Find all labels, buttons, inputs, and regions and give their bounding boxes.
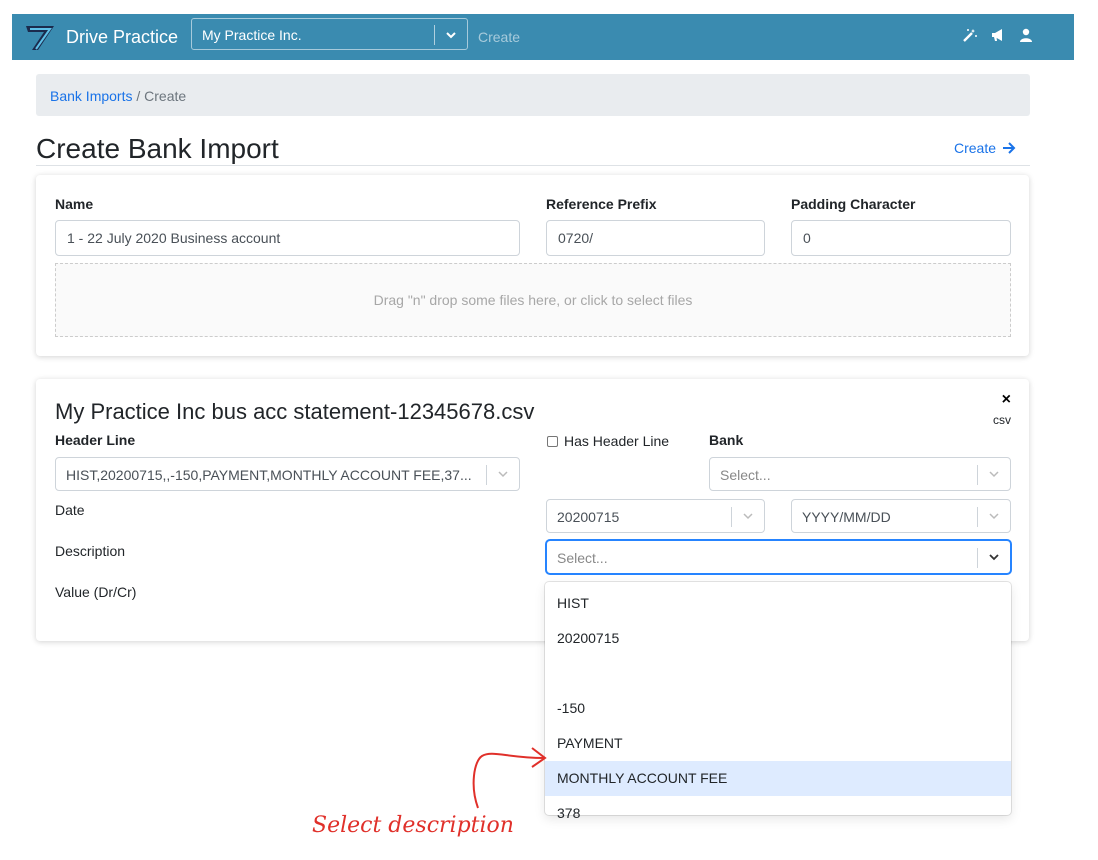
header-line-value: HIST,20200715,,-150,PAYMENT,MONTHLY ACCO…: [66, 467, 472, 483]
select-separator: [977, 465, 978, 485]
padding-character-label: Padding Character: [791, 196, 916, 212]
breadcrumb: Bank Imports / Create: [36, 74, 1030, 116]
date-format-value: YYYY/MM/DD: [802, 509, 891, 525]
chevron-down-icon: [989, 471, 999, 478]
page-title: Create Bank Import: [36, 133, 279, 164]
magic-wand-icon[interactable]: [962, 27, 978, 43]
select-separator: [434, 25, 435, 45]
bank-select-placeholder: Select...: [720, 467, 771, 483]
brand-name: Drive Practice: [66, 26, 179, 47]
description-select[interactable]: Select...: [546, 540, 1011, 574]
breadcrumb-link-bank-imports[interactable]: Bank Imports: [50, 88, 132, 104]
has-header-line-checkbox[interactable]: Has Header Line: [547, 433, 669, 449]
brand-logo-icon: [26, 26, 54, 50]
chevron-down-icon: [446, 32, 456, 39]
annotation-text: Select description: [312, 813, 514, 838]
reference-prefix-label: Reference Prefix: [546, 196, 657, 212]
organization-select-value: My Practice Inc.: [202, 27, 302, 43]
dropdown-option[interactable]: PAYMENT: [545, 726, 1011, 761]
select-separator: [977, 548, 978, 568]
header-line-label: Header Line: [55, 432, 136, 448]
user-icon[interactable]: [1018, 27, 1034, 43]
description-label: Description: [55, 543, 126, 559]
value-dr-cr-label: Value (Dr/Cr): [55, 584, 137, 600]
description-select-placeholder: Select...: [557, 550, 608, 566]
dropdown-option[interactable]: -150: [545, 691, 1011, 726]
file-dropzone[interactable]: Drag "n" drop some files here, or click …: [55, 263, 1011, 337]
bank-select[interactable]: Select...: [709, 457, 1011, 491]
select-separator: [731, 507, 732, 527]
chevron-down-icon: [989, 554, 999, 561]
checkbox-box[interactable]: [547, 435, 558, 447]
padding-character-input[interactable]: 0: [791, 220, 1011, 256]
dropdown-option-highlighted[interactable]: MONTHLY ACCOUNT FEE: [545, 761, 1011, 796]
reference-prefix-input[interactable]: 0720/: [546, 220, 765, 256]
dropdown-option[interactable]: 20200715: [545, 621, 1011, 656]
import-settings-card: Name 1 - 22 July 2020 Business account R…: [36, 175, 1029, 356]
description-dropdown-menu: HIST 20200715 -150 PAYMENT MONTHLY ACCOU…: [545, 582, 1011, 821]
dropdown-option[interactable]: 378: [545, 796, 1011, 831]
name-label: Name: [55, 196, 94, 212]
dropdown-option[interactable]: [545, 656, 1011, 691]
select-separator: [486, 465, 487, 485]
arrow-right-icon: [1003, 142, 1016, 154]
organization-select[interactable]: My Practice Inc.: [191, 18, 468, 50]
date-label: Date: [55, 502, 85, 518]
nav-create-link[interactable]: Create: [478, 29, 520, 45]
date-format-select[interactable]: YYYY/MM/DD: [791, 499, 1011, 533]
nav-icons: [962, 27, 1034, 43]
top-navbar: Drive Practice My Practice Inc. Create: [12, 14, 1074, 60]
date-column-value: 20200715: [557, 509, 620, 525]
chevron-down-icon: [989, 513, 999, 520]
select-separator: [977, 507, 978, 527]
header-line-select[interactable]: HIST,20200715,,-150,PAYMENT,MONTHLY ACCO…: [55, 457, 520, 491]
file-name-title: My Practice Inc bus acc statement-123456…: [55, 399, 535, 424]
annotation-arrow-icon: [472, 747, 547, 809]
has-header-line-label: Has Header Line: [564, 433, 670, 449]
dropdown-option[interactable]: HIST: [545, 586, 1011, 621]
breadcrumb-current: Create: [144, 88, 187, 104]
file-type-label: csv: [993, 413, 1011, 427]
bank-label: Bank: [709, 432, 744, 448]
title-divider: [36, 165, 1030, 166]
date-column-select[interactable]: 20200715: [546, 499, 765, 533]
close-icon[interactable]: ×: [1002, 391, 1011, 409]
breadcrumb-separator: /: [136, 88, 141, 104]
name-input[interactable]: 1 - 22 July 2020 Business account: [55, 220, 520, 256]
megaphone-icon[interactable]: [990, 27, 1006, 43]
chevron-down-icon: [743, 513, 753, 520]
chevron-down-icon: [498, 471, 508, 478]
create-button-label: Create: [953, 140, 996, 156]
brand[interactable]: Drive Practice: [24, 22, 178, 52]
create-button[interactable]: Create: [954, 140, 1016, 156]
